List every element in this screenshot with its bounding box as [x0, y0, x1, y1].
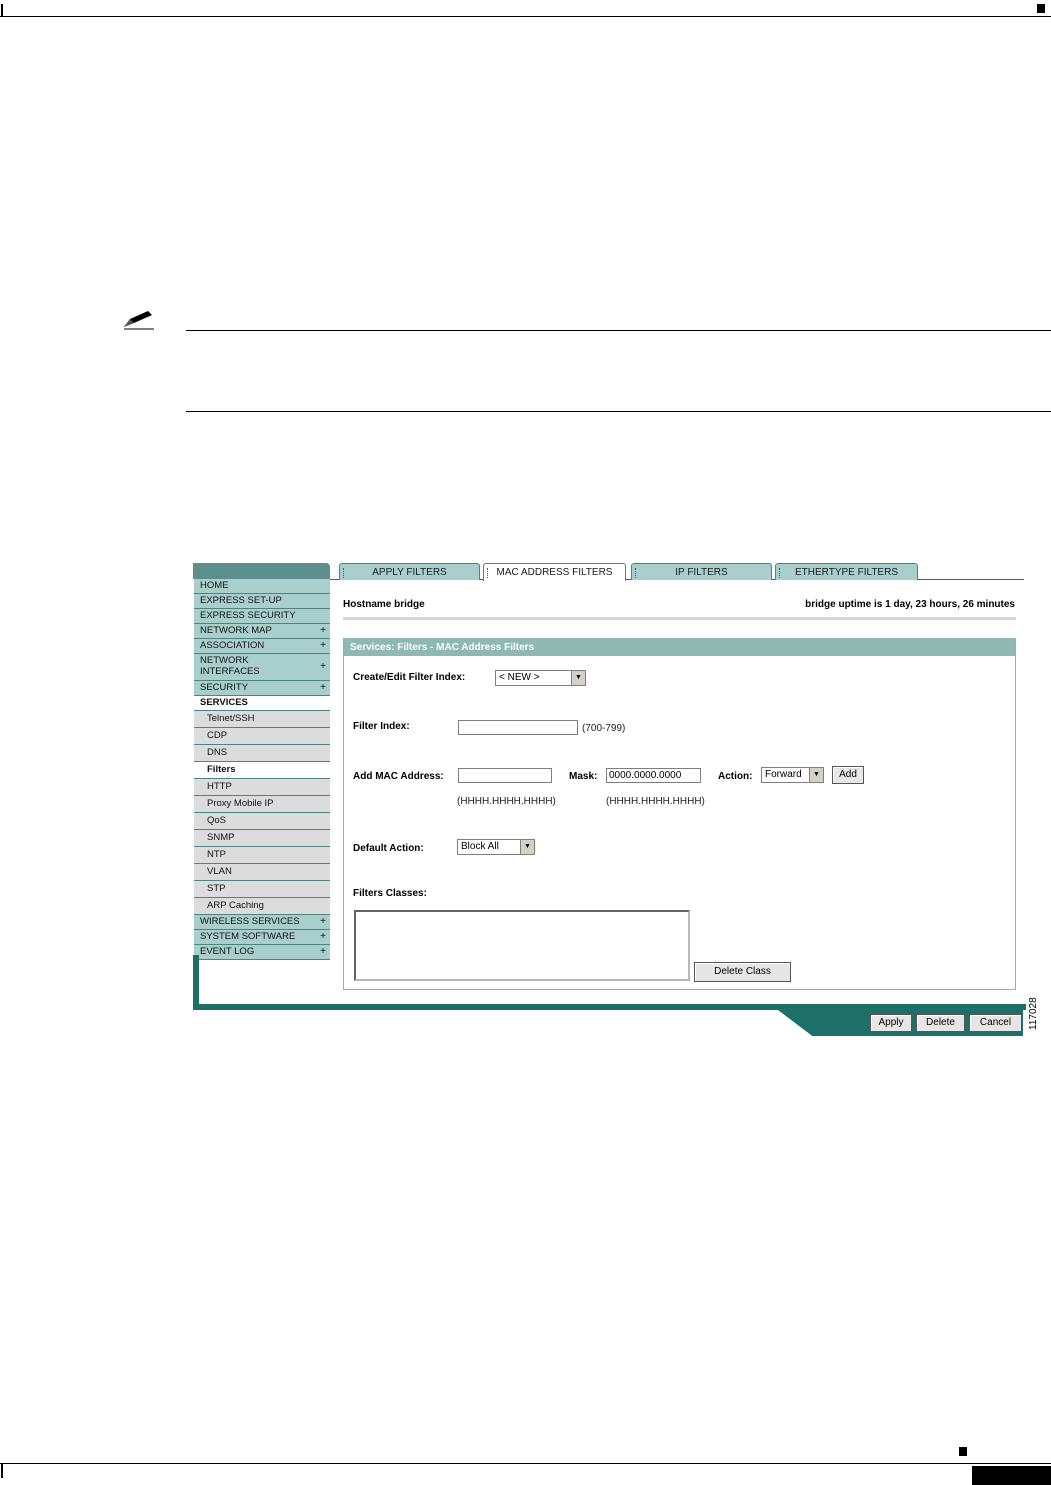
- default-action-label: Default Action:: [353, 843, 424, 854]
- nav-header-bar: [193, 563, 330, 579]
- sidebar-item-express-setup[interactable]: EXPRESS SET-UP: [194, 594, 330, 609]
- tab-ethertype-filters[interactable]: ETHERTYPE FILTERS: [775, 563, 918, 580]
- sidebar-sub-ntp[interactable]: NTP: [194, 847, 330, 864]
- filters-classes-list[interactable]: [354, 910, 690, 981]
- mac-filters-panel: Services: Filters - MAC Address Filters …: [343, 638, 1016, 990]
- sidebar-item-association[interactable]: ASSOCIATION +: [194, 639, 330, 654]
- add-mac-label: Add MAC Address:: [353, 771, 444, 782]
- delete-class-button[interactable]: Delete Class: [694, 962, 791, 982]
- sidebar-item-home[interactable]: HOME: [194, 579, 330, 594]
- sidebar-item-network-map[interactable]: NETWORK MAP +: [194, 624, 330, 639]
- frame-left-border: [193, 955, 199, 1008]
- tab-apply-filters[interactable]: APPLY FILTERS: [339, 563, 480, 580]
- mask-label: Mask:: [569, 771, 598, 782]
- sidebar-sub-http[interactable]: HTTP: [194, 779, 330, 796]
- filter-index-label: Filter Index:: [353, 721, 410, 732]
- dropdown-arrow-icon: ▼: [520, 840, 534, 854]
- sidebar-item-express-security[interactable]: EXPRESS SECURITY: [194, 609, 330, 624]
- mac-format-hint: (HHHH.HHHH.HHHH): [457, 796, 556, 807]
- filters-screenshot: APPLY FILTERS MAC ADDRESS FILTERS IP FIL…: [193, 560, 1026, 1038]
- panel-title: Services: Filters - MAC Address Filters: [344, 639, 1015, 656]
- expand-plus-icon: +: [320, 640, 326, 651]
- sidebar-sub-snmp[interactable]: SNMP: [194, 830, 330, 847]
- create-edit-label: Create/Edit Filter Index:: [353, 672, 466, 683]
- mac-address-input[interactable]: [458, 768, 552, 783]
- header-tick: [1, 4, 3, 16]
- note-pencil-icon: [124, 311, 154, 330]
- delete-button[interactable]: Delete: [916, 1014, 965, 1032]
- mask-input[interactable]: 0000.0000.0000: [606, 768, 701, 783]
- expand-plus-icon: +: [320, 682, 326, 693]
- sidebar-item-services[interactable]: SERVICES: [194, 696, 330, 711]
- mask-format-hint: (HHHH.HHHH.HHHH): [606, 796, 705, 807]
- apply-button[interactable]: Apply: [870, 1014, 912, 1032]
- sidebar-sub-vlan[interactable]: VLAN: [194, 864, 330, 881]
- tab-grip-icon: [343, 568, 347, 578]
- hostname-text: Hostname bridge: [343, 599, 425, 610]
- sidebar-item-security[interactable]: SECURITY +: [194, 681, 330, 696]
- sidebar-sub-dns[interactable]: DNS: [194, 745, 330, 762]
- expand-plus-icon: +: [320, 946, 326, 957]
- sidebar-nav: HOME EXPRESS SET-UP EXPRESS SECURITY NET…: [194, 579, 330, 960]
- header-rule: [0, 16, 1051, 17]
- default-action-select[interactable]: Block All ▼: [457, 839, 535, 855]
- expand-plus-icon: +: [320, 625, 326, 636]
- note-bottom-rule: [186, 411, 1051, 412]
- uptime-text: bridge uptime is 1 day, 23 hours, 26 min…: [805, 599, 1015, 610]
- sidebar-item-system-software[interactable]: SYSTEM SOFTWARE +: [194, 930, 330, 945]
- filter-index-range: (700-799): [582, 723, 626, 734]
- tab-ip-filters[interactable]: IP FILTERS: [631, 563, 772, 580]
- figure-number: 117028: [1028, 997, 1039, 1030]
- footer-page-box: [972, 1466, 1051, 1485]
- expand-plus-icon: +: [320, 661, 326, 672]
- footer-rule: [0, 1463, 1051, 1464]
- action-select[interactable]: Forward ▼: [761, 767, 824, 783]
- add-button[interactable]: Add: [832, 766, 864, 784]
- dropdown-arrow-icon: ▼: [571, 671, 585, 685]
- dropdown-arrow-icon: ▼: [809, 768, 823, 782]
- tab-mac-address-filters[interactable]: MAC ADDRESS FILTERS: [483, 563, 626, 581]
- tab-grip-icon: [487, 568, 491, 578]
- tab-grip-icon: [635, 568, 639, 578]
- expand-plus-icon: +: [320, 916, 326, 927]
- header-divider: [343, 617, 1016, 620]
- footer-marker: [959, 1447, 967, 1456]
- sidebar-item-event-log[interactable]: EVENT LOG +: [194, 945, 330, 960]
- frame-bottom-bar: [193, 1004, 1026, 1010]
- sidebar-sub-stp[interactable]: STP: [194, 881, 330, 898]
- cancel-button[interactable]: Cancel: [969, 1014, 1022, 1032]
- sidebar-sub-qos[interactable]: QoS: [194, 813, 330, 830]
- create-edit-select[interactable]: < NEW > ▼: [495, 670, 586, 686]
- expand-plus-icon: +: [320, 931, 326, 942]
- tab-grip-icon: [779, 568, 783, 578]
- filter-index-input[interactable]: [458, 720, 578, 735]
- footer-tick: [1, 1464, 3, 1478]
- sidebar-sub-proxy-mobile-ip[interactable]: Proxy Mobile IP: [194, 796, 330, 813]
- note-top-rule: [186, 330, 1051, 331]
- sidebar-sub-cdp[interactable]: CDP: [194, 728, 330, 745]
- sidebar-sub-telnet-ssh[interactable]: Telnet/SSH: [194, 711, 330, 728]
- header-marker: [1037, 4, 1045, 13]
- sidebar-item-wireless-services[interactable]: WIRELESS SERVICES +: [194, 915, 330, 930]
- sidebar-item-network-interfaces[interactable]: NETWORK INTERFACES +: [194, 654, 330, 681]
- sidebar-sub-arp-caching[interactable]: ARP Caching: [194, 898, 330, 915]
- action-label: Action:: [718, 771, 753, 782]
- sidebar-sub-filters[interactable]: Filters: [194, 762, 330, 779]
- filters-classes-label: Filters Classes:: [353, 888, 427, 899]
